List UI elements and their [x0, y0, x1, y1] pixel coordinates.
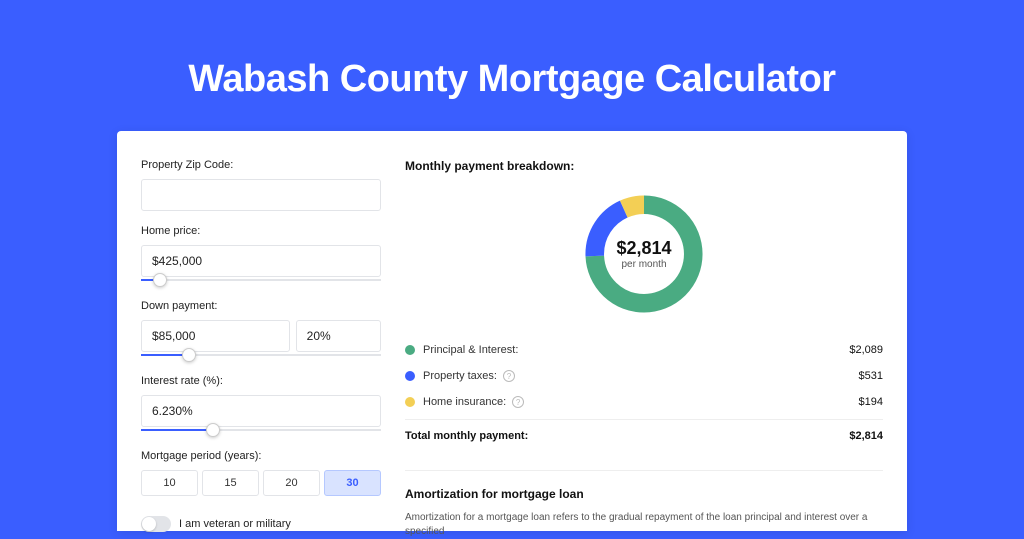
zip-label: Property Zip Code:: [141, 159, 381, 171]
down-field-group: Down payment: $85,000 20%: [141, 300, 381, 361]
period-button-10[interactable]: 10: [141, 470, 198, 496]
period-field-group: Mortgage period (years): 10 15 20 30: [141, 450, 381, 496]
slider-fill: [141, 429, 213, 431]
legend-value: $194: [859, 396, 883, 408]
page-title: Wabash County Mortgage Calculator: [188, 58, 835, 101]
legend-dot-icon: [405, 345, 415, 355]
toggle-thumb: [142, 517, 156, 531]
zip-field-group: Property Zip Code:: [141, 159, 381, 211]
amortization-title: Amortization for mortgage loan: [405, 470, 883, 501]
zip-input[interactable]: [141, 179, 381, 211]
price-input[interactable]: $425,000: [141, 245, 381, 277]
period-buttons: 10 15 20 30: [141, 470, 381, 496]
legend-value: $2,089: [849, 344, 883, 356]
price-slider[interactable]: [141, 276, 381, 286]
rate-input[interactable]: 6.230%: [141, 395, 381, 427]
slider-thumb[interactable]: [182, 348, 196, 362]
legend-name: Home insurance: ?: [423, 396, 859, 408]
total-row: Total monthly payment: $2,814: [405, 419, 883, 452]
total-value: $2,814: [849, 430, 883, 442]
period-button-30[interactable]: 30: [324, 470, 381, 496]
donut-total-label: per month: [621, 259, 666, 270]
breakdown-title: Monthly payment breakdown:: [405, 159, 883, 173]
down-slider[interactable]: [141, 351, 381, 361]
donut-chart: $2,814 per month: [405, 189, 883, 319]
rate-label: Interest rate (%):: [141, 375, 381, 387]
calculator-card: Property Zip Code: Home price: $425,000 …: [117, 131, 907, 531]
legend-text: Principal & Interest:: [423, 344, 518, 356]
price-label: Home price:: [141, 225, 381, 237]
legend-row-principal: Principal & Interest: $2,089: [405, 337, 883, 363]
slider-thumb[interactable]: [153, 273, 167, 287]
legend-row-insurance: Home insurance: ? $194: [405, 389, 883, 415]
rate-slider[interactable]: [141, 426, 381, 436]
legend-text: Property taxes:: [423, 370, 497, 382]
down-pct-input[interactable]: 20%: [296, 320, 381, 352]
info-icon[interactable]: ?: [512, 396, 524, 408]
period-button-15[interactable]: 15: [202, 470, 259, 496]
slider-track: [141, 279, 381, 281]
total-label: Total monthly payment:: [405, 430, 849, 442]
legend-value: $531: [859, 370, 883, 382]
legend-name: Property taxes: ?: [423, 370, 859, 382]
form-column: Property Zip Code: Home price: $425,000 …: [141, 159, 381, 531]
amortization-text: Amortization for a mortgage loan refers …: [405, 511, 883, 539]
legend-name: Principal & Interest:: [423, 344, 849, 356]
legend-row-taxes: Property taxes: ? $531: [405, 363, 883, 389]
veteran-label: I am veteran or military: [179, 518, 291, 530]
rate-field-group: Interest rate (%): 6.230%: [141, 375, 381, 436]
price-field-group: Home price: $425,000: [141, 225, 381, 286]
legend-dot-icon: [405, 371, 415, 381]
veteran-row: I am veteran or military: [141, 516, 381, 532]
donut-total-value: $2,814: [616, 238, 671, 259]
info-icon[interactable]: ?: [503, 370, 515, 382]
slider-thumb[interactable]: [206, 423, 220, 437]
down-label: Down payment:: [141, 300, 381, 312]
down-amount-input[interactable]: $85,000: [141, 320, 290, 352]
veteran-toggle[interactable]: [141, 516, 171, 532]
legend-dot-icon: [405, 397, 415, 407]
donut-center: $2,814 per month: [579, 189, 709, 319]
period-label: Mortgage period (years):: [141, 450, 381, 462]
period-button-20[interactable]: 20: [263, 470, 320, 496]
legend-text: Home insurance:: [423, 396, 506, 408]
results-column: Monthly payment breakdown: $2,814 per mo…: [405, 159, 883, 531]
